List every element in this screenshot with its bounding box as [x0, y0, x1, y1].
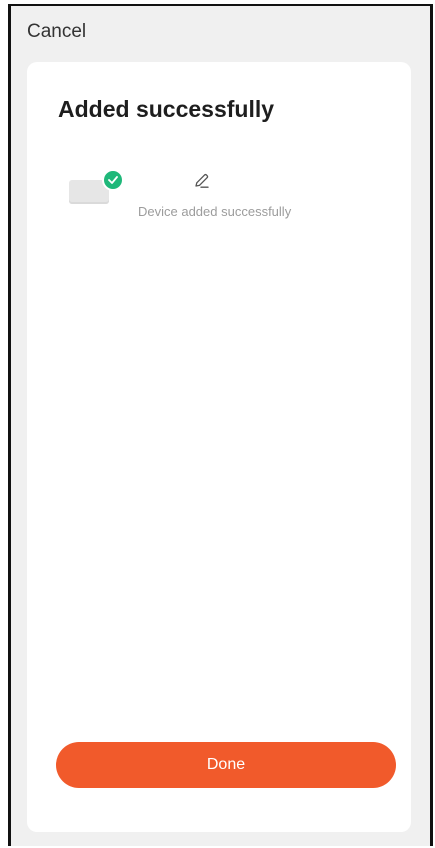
app-screen: Cancel Added successfully Device added s… — [8, 4, 433, 846]
result-card: Added successfully Device added successf… — [27, 62, 411, 832]
check-circle-icon — [102, 169, 124, 191]
device-row: Device added successfully — [69, 166, 369, 236]
pencil-icon[interactable] — [193, 172, 211, 190]
cancel-button[interactable]: Cancel — [27, 21, 86, 43]
done-button[interactable]: Done — [56, 742, 396, 788]
device-icon — [69, 169, 124, 208]
device-status-text: Device added successfully — [138, 204, 292, 219]
page-title: Added successfully — [58, 96, 275, 122]
